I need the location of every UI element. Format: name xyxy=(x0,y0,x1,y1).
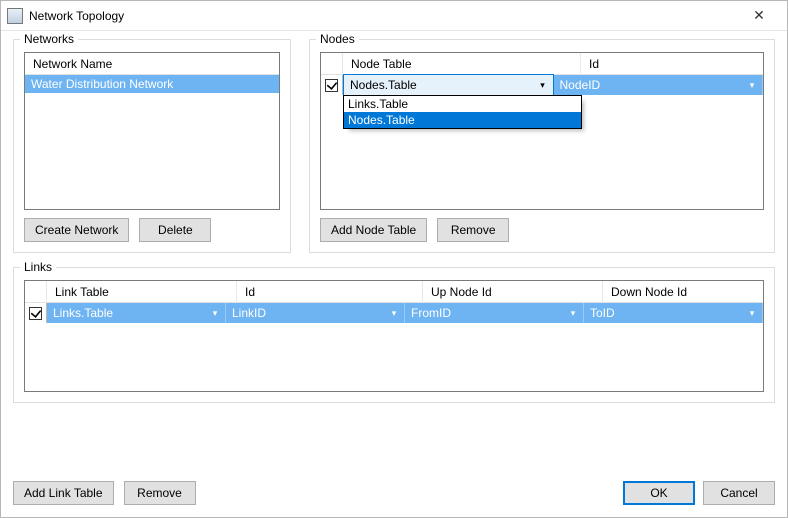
nodes-row[interactable]: Nodes.Table ▾ NodeID ▾ xyxy=(321,75,763,95)
links-row-down-combo[interactable]: ToID ▾ xyxy=(584,303,763,323)
dropdown-option-selected[interactable]: Nodes.Table xyxy=(344,112,581,128)
links-row-checkbox[interactable] xyxy=(29,307,42,320)
delete-network-button[interactable]: Delete xyxy=(139,218,211,242)
chevron-down-icon: ▾ xyxy=(567,308,579,319)
nodes-header-check xyxy=(321,53,343,75)
bottom-bar: Add Link Table Remove OK Cancel xyxy=(1,475,787,517)
links-header-table[interactable]: Link Table xyxy=(47,281,237,303)
links-row-id-combo[interactable]: LinkID ▾ xyxy=(226,303,405,323)
chevron-down-icon: ▾ xyxy=(746,308,758,319)
networks-list[interactable]: Network Name Water Distribution Network xyxy=(24,52,280,210)
add-link-table-button[interactable]: Add Link Table xyxy=(13,481,114,505)
links-row-up-value: FromID xyxy=(411,306,567,320)
remove-link-table-button[interactable]: Remove xyxy=(124,481,196,505)
nodes-header-table[interactable]: Node Table xyxy=(343,53,581,75)
nodes-row-check-cell[interactable] xyxy=(321,75,343,95)
app-icon xyxy=(7,8,23,24)
window-title: Network Topology xyxy=(29,9,739,23)
nodes-group: Nodes Node Table Id Nodes.Tab xyxy=(309,39,775,253)
nodes-row-id-value: NodeID xyxy=(560,78,747,92)
cancel-button[interactable]: Cancel xyxy=(703,481,775,505)
links-header-id[interactable]: Id xyxy=(237,281,423,303)
chevron-down-icon: ▾ xyxy=(388,308,400,319)
add-node-table-button[interactable]: Add Node Table xyxy=(320,218,427,242)
links-row-table-value: Links.Table xyxy=(53,306,209,320)
chevron-down-icon: ▾ xyxy=(209,308,221,319)
networks-group: Networks Network Name Water Distribution… xyxy=(13,39,291,253)
nodes-group-label: Nodes xyxy=(316,32,359,46)
chevron-down-icon: ▾ xyxy=(537,80,549,91)
content-area: Networks Network Name Water Distribution… xyxy=(1,31,787,475)
titlebar: Network Topology ✕ xyxy=(1,1,787,31)
links-header-check xyxy=(25,281,47,303)
chevron-down-icon: ▾ xyxy=(746,80,758,91)
nodes-row-id-combo[interactable]: NodeID ▾ xyxy=(554,75,764,95)
nodes-header-id[interactable]: Id xyxy=(581,53,763,75)
links-header-down[interactable]: Down Node Id xyxy=(603,281,763,303)
nodes-table: Node Table Id Nodes.Table ▾ xyxy=(320,52,764,210)
links-row-down-value: ToID xyxy=(590,306,746,320)
links-row-up-combo[interactable]: FromID ▾ xyxy=(405,303,584,323)
ok-button[interactable]: OK xyxy=(623,481,695,505)
links-row-check-cell[interactable] xyxy=(25,303,47,323)
node-table-dropdown[interactable]: Links.Table Nodes.Table xyxy=(343,95,582,129)
links-group-label: Links xyxy=(20,260,56,274)
links-table: Link Table Id Up Node Id Down Node Id Li… xyxy=(24,280,764,392)
close-icon[interactable]: ✕ xyxy=(739,2,779,30)
links-group: Links Link Table Id Up Node Id Down Node… xyxy=(13,267,775,403)
networks-list-item[interactable]: Water Distribution Network xyxy=(25,75,279,93)
dropdown-option[interactable]: Links.Table xyxy=(344,96,581,112)
links-row-table-combo[interactable]: Links.Table ▾ xyxy=(47,303,226,323)
remove-node-table-button[interactable]: Remove xyxy=(437,218,509,242)
nodes-row-checkbox[interactable] xyxy=(325,79,338,92)
nodes-row-table-combo[interactable]: Nodes.Table ▾ xyxy=(343,74,554,96)
nodes-row-table-value: Nodes.Table xyxy=(350,78,537,92)
networks-header-name[interactable]: Network Name xyxy=(25,53,279,75)
links-row-id-value: LinkID xyxy=(232,306,388,320)
links-row[interactable]: Links.Table ▾ LinkID ▾ FromID ▾ ToID xyxy=(25,303,763,323)
dialog-window: Network Topology ✕ Networks Network Name… xyxy=(0,0,788,518)
links-header-up[interactable]: Up Node Id xyxy=(423,281,603,303)
create-network-button[interactable]: Create Network xyxy=(24,218,129,242)
networks-group-label: Networks xyxy=(20,32,78,46)
